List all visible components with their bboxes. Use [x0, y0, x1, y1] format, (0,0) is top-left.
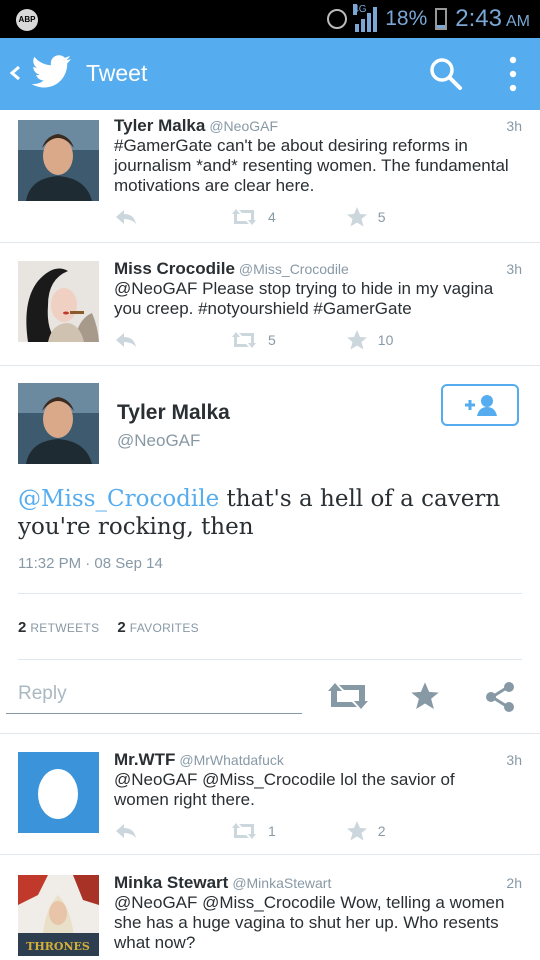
status-bar: ABP 4G 18% 2:43 AM: [0, 0, 540, 38]
retweet-button[interactable]: 5: [230, 331, 276, 349]
favorites-stat[interactable]: 2 FAVORITES: [117, 619, 199, 637]
author-handle: @Miss_Crocodile: [238, 261, 349, 277]
retweets-count: 2: [18, 619, 27, 636]
tweet-time: 2h: [506, 875, 522, 891]
author-handle: @MrWhatdafuck: [179, 752, 284, 768]
tweet-time: 3h: [506, 752, 522, 768]
retweet-button[interactable]: 1: [230, 822, 276, 840]
reply-button[interactable]: [114, 331, 138, 349]
avatar[interactable]: THRONES: [18, 875, 99, 956]
alarm-icon: [327, 9, 348, 29]
main-tweet-author-handle[interactable]: @NeoGAF: [117, 431, 200, 451]
tweet-time: 3h: [506, 261, 522, 277]
favorite-count: 2: [377, 823, 386, 839]
favorite-button[interactable]: 10: [346, 329, 394, 351]
favorite-button[interactable]: 2: [346, 820, 386, 842]
avatar[interactable]: [18, 120, 99, 201]
retweet-count: 4: [268, 209, 276, 225]
tweet-text: @NeoGAF Please stop trying to hide in my…: [114, 279, 494, 318]
signal-icon: 4G: [353, 4, 378, 32]
network-type: 4G: [353, 4, 367, 15]
author-name: Miss Crocodile: [114, 259, 235, 278]
clock-ampm: AM: [506, 13, 530, 30]
tweet-text: #GamerGate can't be about desiring refor…: [114, 136, 509, 195]
overflow-menu-icon[interactable]: [500, 54, 526, 94]
avatar[interactable]: [18, 752, 99, 833]
author-handle: @NeoGAF: [209, 118, 279, 134]
favorites-label: FAVORITES: [129, 621, 199, 635]
retweets-stat[interactable]: 2 RETWEETS: [18, 619, 99, 637]
main-tweet: Tyler Malka @NeoGAF @Miss_Crocodile that…: [0, 365, 540, 735]
avatar[interactable]: [18, 261, 99, 342]
favorite-button[interactable]: 5: [346, 206, 386, 228]
reply-button[interactable]: [114, 822, 138, 840]
retweet-count: 5: [268, 332, 276, 348]
reply-button[interactable]: [114, 208, 138, 226]
twitter-bird-icon[interactable]: [32, 54, 72, 90]
tweet-text: @NeoGAF @Miss_Crocodile Wow, telling a w…: [114, 893, 505, 952]
retweet-icon: [232, 209, 256, 225]
retweets-label: RETWEETS: [30, 621, 100, 635]
tweet-time: 3h: [506, 118, 522, 134]
author-name: Tyler Malka: [114, 116, 206, 135]
back-chevron-icon[interactable]: [8, 58, 22, 95]
tweet-item[interactable]: Tyler Malka @NeoGAF 3h #GamerGate can't b…: [0, 110, 540, 243]
clock-time: 2:43: [455, 5, 502, 32]
star-icon: [346, 821, 367, 841]
favorites-count: 2: [117, 619, 126, 636]
search-icon[interactable]: [428, 56, 464, 92]
avatar-lettering: THRONES: [26, 940, 90, 953]
battery-percent: 18%: [385, 7, 428, 30]
favorite-count: 5: [377, 209, 386, 225]
star-icon: [346, 330, 367, 350]
author-name: Mr.WTF: [114, 750, 176, 769]
star-icon[interactable]: [410, 681, 440, 711]
adblock-icon: ABP: [16, 9, 38, 31]
app-bar: Tweet: [0, 38, 540, 110]
author-name: Minka Stewart: [114, 873, 229, 892]
retweet-icon[interactable]: [326, 681, 370, 711]
reply-icon: [116, 333, 136, 347]
retweet-icon: [232, 823, 256, 839]
share-icon[interactable]: [484, 681, 516, 713]
main-tweet-text: @Miss_Crocodile that's a hell of a caver…: [18, 485, 518, 541]
add-user-icon: [465, 395, 497, 416]
battery-icon: [435, 8, 448, 30]
tweet-author[interactable]: Tyler Malka @NeoGAF: [114, 116, 278, 136]
main-tweet-timestamp: 11:32 PM · 08 Sep 14: [18, 555, 163, 572]
retweet-count: 1: [268, 823, 276, 839]
follow-button[interactable]: [441, 384, 519, 426]
mention-link[interactable]: @Miss_Crocodile: [18, 486, 219, 512]
favorite-count: 10: [377, 332, 394, 348]
tweet-item[interactable]: THRONES Minka Stewart @MinkaStewart 2h @N…: [0, 855, 540, 960]
divider: [18, 593, 522, 594]
avatar[interactable]: [18, 383, 99, 464]
reply-field[interactable]: [6, 679, 310, 714]
divider: [18, 659, 522, 660]
tweet-text: @NeoGAF @Miss_Crocodile lol the savior o…: [114, 770, 455, 809]
tweet-author[interactable]: Minka Stewart @MinkaStewart: [114, 873, 331, 893]
tweet-item[interactable]: Mr.WTF @MrWhatdafuck 3h @NeoGAF @Miss_Cro…: [0, 734, 540, 855]
tweet-author[interactable]: Miss Crocodile @Miss_Crocodile: [114, 259, 349, 279]
reply-icon: [116, 824, 136, 838]
author-handle: @MinkaStewart: [232, 875, 332, 891]
app-bar-title: Tweet: [86, 60, 148, 86]
retweet-icon: [232, 332, 256, 348]
tweet-item[interactable]: Miss Crocodile @Miss_Crocodile 3h @NeoGAF…: [0, 243, 540, 366]
reply-icon: [116, 210, 136, 224]
tweet-stats: 2 RETWEETS 2 FAVORITES: [18, 619, 199, 637]
star-icon: [346, 207, 367, 227]
tweet-author[interactable]: Mr.WTF @MrWhatdafuck: [114, 750, 284, 770]
main-tweet-author-name[interactable]: Tyler Malka: [117, 401, 230, 425]
retweet-button[interactable]: 4: [230, 208, 276, 226]
reply-input[interactable]: [6, 679, 310, 709]
